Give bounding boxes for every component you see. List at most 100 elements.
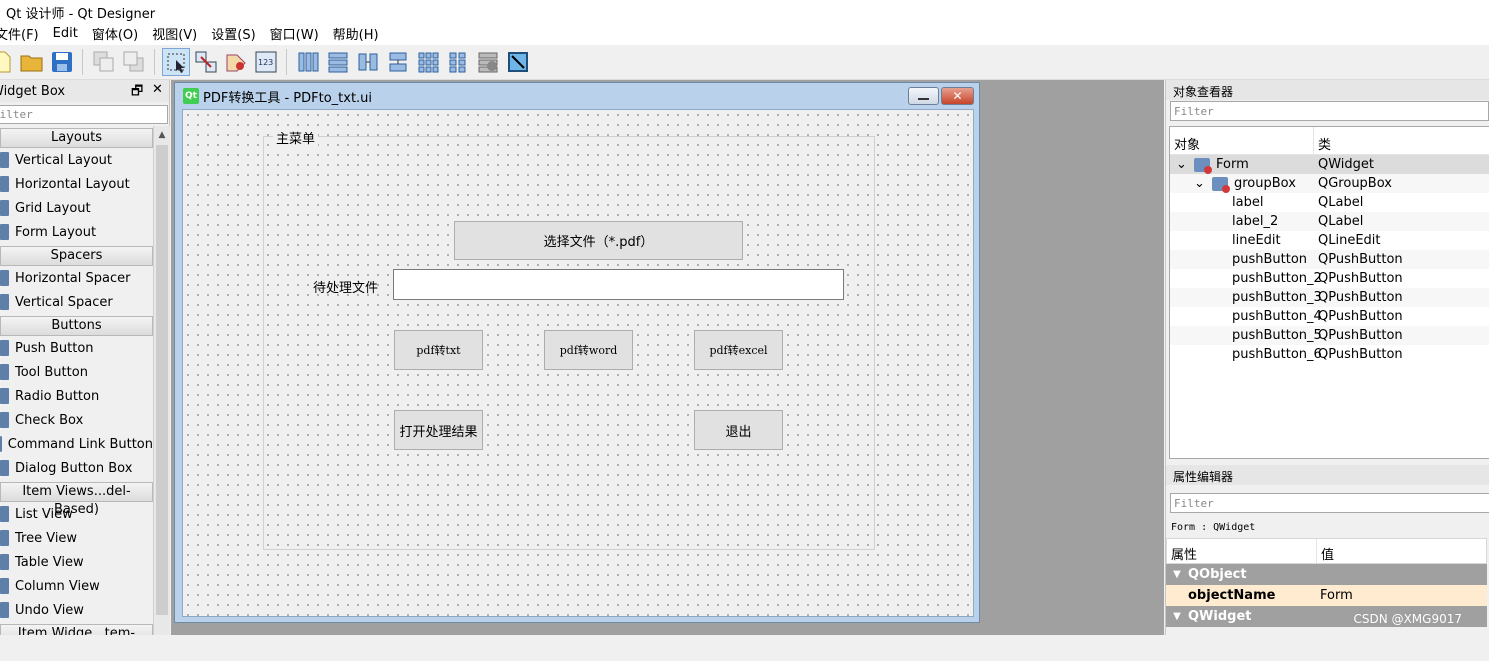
widget-container-icon (1212, 176, 1230, 193)
pdf-to-excel-button[interactable]: pdf转excel (694, 330, 783, 370)
object-class: QLineEdit (1318, 233, 1381, 248)
send-to-back-icon[interactable] (90, 48, 118, 76)
widget-icon (0, 340, 9, 356)
widget-box-filter-input[interactable]: Filter (0, 105, 168, 124)
close-icon[interactable]: ✕ (152, 82, 163, 97)
pending-file-input[interactable] (393, 269, 844, 300)
lay-out-horizontally-icon[interactable] (294, 48, 322, 76)
widget-item-label: Column View (15, 578, 100, 594)
window-title-bar: Qt 设计师 - Qt Designer (0, 0, 1489, 22)
form-canvas[interactable]: 主菜单 选择文件（*.pdf） 待处理文件 pdf转txt pdf转word p… (182, 109, 974, 617)
object-tree-row[interactable]: pushButton QPushButton (1170, 250, 1489, 269)
exit-button[interactable]: 退出 (694, 410, 783, 450)
lay-out-vertically-icon[interactable] (324, 48, 352, 76)
column-property[interactable]: 属性 (1167, 539, 1317, 563)
form-window-titlebar: Qt PDF转换工具 - PDFto_txt.ui (175, 83, 979, 109)
widget-item[interactable]: Vertical Spacer (0, 290, 153, 314)
widget-category[interactable]: Item Widge...tem-Based) (0, 624, 153, 635)
object-tree-row[interactable]: lineEdit QLineEdit (1170, 231, 1489, 250)
minimize-button[interactable] (908, 87, 939, 105)
select-file-button[interactable]: 选择文件（*.pdf） (454, 221, 743, 260)
widget-item[interactable]: Tool Button (0, 360, 153, 384)
widget-item[interactable]: Vertical Layout (0, 148, 153, 172)
object-tree-row[interactable]: label QLabel (1170, 193, 1489, 212)
widget-item[interactable]: Check Box (0, 408, 153, 432)
lay-out-form-icon[interactable] (444, 48, 472, 76)
widget-item[interactable]: Horizontal Spacer (0, 266, 153, 290)
chevron-down-icon[interactable]: ⌄ (1194, 177, 1208, 190)
widget-category[interactable]: Item Views...del-Based) (0, 482, 153, 517)
widget-item[interactable]: Column View (0, 574, 153, 598)
widget-item[interactable]: Grid Layout (0, 196, 153, 220)
object-name: lineEdit (1232, 233, 1281, 248)
pdf-to-txt-button[interactable]: pdf转txt (394, 330, 483, 370)
widget-item[interactable]: Dialog Button Box (0, 456, 153, 480)
widget-category[interactable]: Spacers (0, 246, 153, 266)
widget-icon (0, 224, 9, 240)
widget-item-label: List View (15, 506, 73, 522)
break-layout-icon[interactable] (474, 48, 502, 76)
menu-view[interactable]: 视图(V) (145, 24, 204, 43)
object-tree-row[interactable]: ⌄ groupBox QGroupBox (1170, 174, 1489, 193)
object-class: QLabel (1318, 214, 1364, 229)
column-value[interactable]: 值 (1317, 539, 1486, 563)
scroll-thumb[interactable] (156, 145, 168, 615)
edit-signals-slots-icon[interactable] (192, 48, 220, 76)
menu-edit[interactable]: Edit (46, 26, 85, 41)
close-button[interactable]: ✕ (941, 87, 974, 105)
menu-window[interactable]: 窗口(W) (263, 24, 326, 43)
open-folder-icon[interactable] (18, 48, 46, 76)
object-tree-row[interactable]: ⌄ Form QWidget (1170, 155, 1489, 174)
lay-out-vertical-splitter-icon[interactable] (384, 48, 412, 76)
column-object[interactable]: 对象 (1170, 127, 1314, 154)
edit-tab-order-icon[interactable]: 123 (252, 48, 280, 76)
float-panel-icon[interactable]: 🗗 (131, 82, 143, 104)
object-class: QWidget (1318, 157, 1375, 172)
object-tree-row[interactable]: pushButton_6 QPushButton (1170, 345, 1489, 364)
svg-text:123: 123 (258, 58, 273, 67)
menu-form[interactable]: 窗体(O) (85, 24, 145, 43)
edit-buddies-icon[interactable] (222, 48, 250, 76)
menu-help[interactable]: 帮助(H) (326, 24, 386, 43)
pdf-to-word-button[interactable]: pdf转word (544, 330, 633, 370)
object-class: QPushButton (1318, 309, 1403, 324)
menu-file[interactable]: 文件(F) (0, 24, 46, 43)
object-tree-row[interactable]: pushButton_3 QPushButton (1170, 288, 1489, 307)
chevron-down-icon[interactable]: ⌄ (1176, 158, 1190, 171)
bring-to-front-icon[interactable] (120, 48, 148, 76)
edit-widgets-icon[interactable] (162, 48, 190, 76)
widget-item[interactable]: Command Link Button (0, 432, 153, 456)
widget-item[interactable]: Push Button (0, 336, 153, 360)
object-tree-row[interactable]: pushButton_4 QPushButton (1170, 307, 1489, 326)
property-row-objectname[interactable]: objectName Form (1166, 585, 1487, 606)
lay-out-horizontal-splitter-icon[interactable] (354, 48, 382, 76)
widget-item-label: Vertical Layout (15, 152, 112, 168)
new-file-icon[interactable] (0, 48, 16, 76)
property-value[interactable]: Form (1316, 588, 1353, 603)
widget-box-scrollbar[interactable]: ▲ (153, 126, 170, 635)
scroll-up-icon[interactable]: ▲ (154, 126, 170, 143)
widget-category[interactable]: Buttons (0, 316, 153, 336)
open-result-button[interactable]: 打开处理结果 (394, 410, 483, 450)
object-inspector-filter-input[interactable]: Filter (1170, 101, 1489, 121)
widget-item[interactable]: Radio Button (0, 384, 153, 408)
object-tree-row[interactable]: pushButton_5 QPushButton (1170, 326, 1489, 345)
widget-item[interactable]: Horizontal Layout (0, 172, 153, 196)
widget-item[interactable]: Table View (0, 550, 153, 574)
widget-item[interactable]: Form Layout (0, 220, 153, 244)
lay-out-grid-icon[interactable] (414, 48, 442, 76)
adjust-size-icon[interactable] (504, 48, 532, 76)
menu-settings[interactable]: 设置(S) (204, 24, 262, 43)
widget-box-title: Widget Box (0, 83, 66, 99)
property-section-qobject[interactable]: ▼ QObject (1166, 564, 1487, 585)
object-tree-row[interactable]: pushButton_2 QPushButton (1170, 269, 1489, 288)
group-box-title: 主菜单 (273, 128, 319, 147)
property-editor-filter-input[interactable]: Filter (1170, 493, 1489, 513)
column-class[interactable]: 类 (1314, 127, 1489, 154)
widget-category[interactable]: Layouts (0, 128, 153, 148)
widget-item[interactable]: Undo View (0, 598, 153, 622)
object-class: QPushButton (1318, 290, 1403, 305)
object-tree-row[interactable]: label_2 QLabel (1170, 212, 1489, 231)
widget-item[interactable]: Tree View (0, 526, 153, 550)
save-icon[interactable] (48, 48, 76, 76)
